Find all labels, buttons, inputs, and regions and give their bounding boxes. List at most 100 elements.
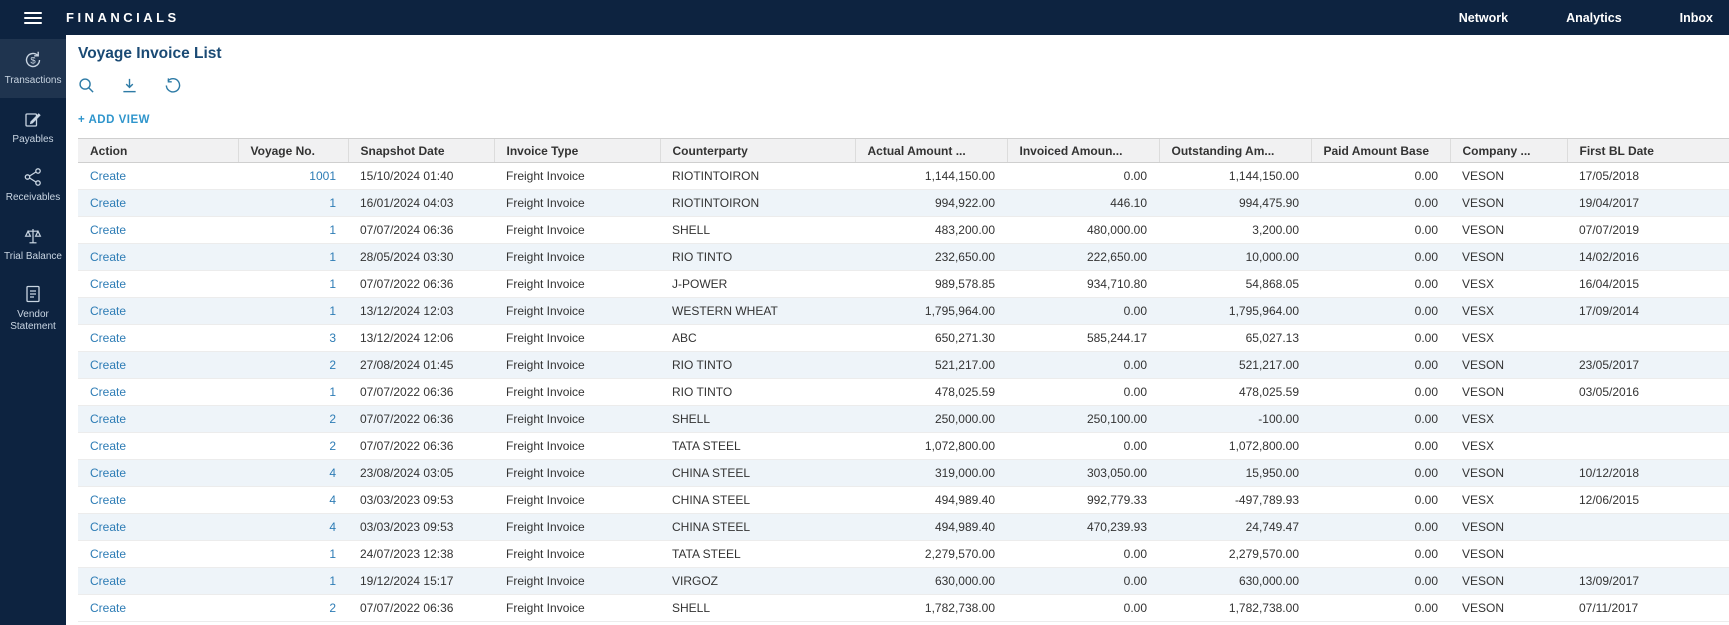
voyage-number-link[interactable]: 4	[329, 466, 336, 480]
cell-voyage_no: 2	[238, 352, 348, 379]
create-link[interactable]: Create	[90, 439, 126, 453]
voyage-number-link[interactable]: 1	[329, 574, 336, 588]
create-link[interactable]: Create	[90, 331, 126, 345]
sidebar-item-payables[interactable]: Payables	[0, 98, 66, 157]
column-header-company[interactable]: Company ...	[1450, 139, 1567, 163]
cell-company: VESON	[1450, 190, 1567, 217]
cell-outstanding: -100.00	[1159, 406, 1311, 433]
create-link[interactable]: Create	[90, 574, 126, 588]
column-header-invoice-type[interactable]: Invoice Type	[494, 139, 660, 163]
voyage-number-link[interactable]: 1	[329, 196, 336, 210]
cell-outstanding: 54,868.05	[1159, 271, 1311, 298]
cell-snapshot_date: 03/03/2023 09:53	[348, 487, 494, 514]
column-header-snapshot-date[interactable]: Snapshot Date	[348, 139, 494, 163]
column-header-outstanding-amount[interactable]: Outstanding Am...	[1159, 139, 1311, 163]
create-link[interactable]: Create	[90, 547, 126, 561]
cell-action: Create	[78, 460, 238, 487]
nav-analytics[interactable]: Analytics	[1566, 11, 1622, 25]
voyage-number-link[interactable]: 1	[329, 250, 336, 264]
column-header-actual-amount[interactable]: Actual Amount ...	[855, 139, 1007, 163]
cell-first_bl: 07/07/2019	[1567, 217, 1729, 244]
create-link[interactable]: Create	[90, 493, 126, 507]
voyage-number-link[interactable]: 2	[329, 358, 336, 372]
voyage-number-link[interactable]: 1001	[309, 169, 336, 183]
column-header-paid-amount-base[interactable]: Paid Amount Base	[1311, 139, 1450, 163]
cell-snapshot_date: 07/07/2022 06:36	[348, 433, 494, 460]
voyage-number-link[interactable]: 4	[329, 520, 336, 534]
nav-inbox[interactable]: Inbox	[1680, 11, 1713, 25]
cell-outstanding: 478,025.59	[1159, 379, 1311, 406]
sidebar-item-receivables[interactable]: Receivables	[0, 156, 66, 215]
column-header-first-bl-date[interactable]: First BL Date	[1567, 139, 1729, 163]
cell-action: Create	[78, 352, 238, 379]
cell-counterparty: SHELL	[660, 217, 855, 244]
topbar: FINANCIALS Network Analytics Inbox	[0, 0, 1729, 35]
create-link[interactable]: Create	[90, 601, 126, 615]
create-link[interactable]: Create	[90, 223, 126, 237]
cell-first_bl: 23/05/2017	[1567, 352, 1729, 379]
create-link[interactable]: Create	[90, 169, 126, 183]
cell-voyage_no: 4	[238, 514, 348, 541]
cell-invoiced: 470,239.93	[1007, 514, 1159, 541]
voyage-number-link[interactable]: 1	[329, 547, 336, 561]
create-link[interactable]: Create	[90, 385, 126, 399]
nav-network[interactable]: Network	[1459, 11, 1508, 25]
voyage-number-link[interactable]: 2	[329, 601, 336, 615]
create-link[interactable]: Create	[90, 277, 126, 291]
cell-paid: 0.00	[1311, 298, 1450, 325]
cell-counterparty: RIOTINTOIRON	[660, 190, 855, 217]
add-view-button[interactable]: + ADD VIEW	[78, 114, 150, 126]
top-navigation: Network Analytics Inbox	[1459, 11, 1729, 25]
column-header-voyage-no[interactable]: Voyage No.	[238, 139, 348, 163]
cell-first_bl: 12/06/2015	[1567, 487, 1729, 514]
voyage-number-link[interactable]: 1	[329, 223, 336, 237]
sidebar-item-trial-balance[interactable]: Trial Balance	[0, 215, 66, 274]
page-title: Voyage Invoice List	[78, 45, 1729, 63]
column-header-action[interactable]: Action	[78, 139, 238, 163]
create-link[interactable]: Create	[90, 196, 126, 210]
hamburger-menu-icon[interactable]	[0, 12, 66, 24]
trial-balance-icon	[23, 226, 43, 246]
svg-text:$: $	[30, 56, 36, 67]
cell-actual: 2,279,570.00	[855, 541, 1007, 568]
main-content: Voyage Invoice List + ADD VIEW ActionVoy…	[66, 35, 1729, 625]
table-row: Create403/03/2023 09:53Freight InvoiceCH…	[78, 487, 1729, 514]
voyage-number-link[interactable]: 2	[329, 439, 336, 453]
create-link[interactable]: Create	[90, 358, 126, 372]
sidebar-item-vendor-statement[interactable]: Vendor Statement	[0, 273, 66, 343]
sidebar-item-label: Receivables	[6, 192, 60, 204]
cell-actual: 994,922.00	[855, 190, 1007, 217]
create-link[interactable]: Create	[90, 520, 126, 534]
create-link[interactable]: Create	[90, 466, 126, 480]
search-icon[interactable]	[78, 77, 95, 94]
voyage-number-link[interactable]: 1	[329, 277, 336, 291]
cell-outstanding: 521,217.00	[1159, 352, 1311, 379]
voyage-number-link[interactable]: 3	[329, 331, 336, 345]
cell-action: Create	[78, 217, 238, 244]
cell-invoiced: 0.00	[1007, 595, 1159, 622]
cell-actual: 630,000.00	[855, 568, 1007, 595]
cell-actual: 521,217.00	[855, 352, 1007, 379]
create-link[interactable]: Create	[90, 250, 126, 264]
cell-invoice_type: Freight Invoice	[494, 433, 660, 460]
cell-voyage_no: 3	[238, 325, 348, 352]
reset-icon[interactable]	[164, 77, 181, 94]
cell-snapshot_date: 16/01/2024 04:03	[348, 190, 494, 217]
cell-paid: 0.00	[1311, 271, 1450, 298]
voyage-number-link[interactable]: 1	[329, 304, 336, 318]
cell-invoiced: 0.00	[1007, 352, 1159, 379]
cell-company: VESON	[1450, 379, 1567, 406]
cell-action: Create	[78, 433, 238, 460]
voyage-number-link[interactable]: 1	[329, 385, 336, 399]
create-link[interactable]: Create	[90, 304, 126, 318]
voyage-number-link[interactable]: 4	[329, 493, 336, 507]
download-icon[interactable]	[121, 77, 138, 94]
sidebar-item-transactions[interactable]: $ Transactions	[0, 39, 66, 98]
voyage-number-link[interactable]: 2	[329, 412, 336, 426]
create-link[interactable]: Create	[90, 412, 126, 426]
column-header-counterparty[interactable]: Counterparty	[660, 139, 855, 163]
cell-voyage_no: 2	[238, 595, 348, 622]
cell-invoice_type: Freight Invoice	[494, 541, 660, 568]
column-header-invoiced-amount[interactable]: Invoiced Amoun...	[1007, 139, 1159, 163]
list-toolbar	[78, 77, 1729, 94]
